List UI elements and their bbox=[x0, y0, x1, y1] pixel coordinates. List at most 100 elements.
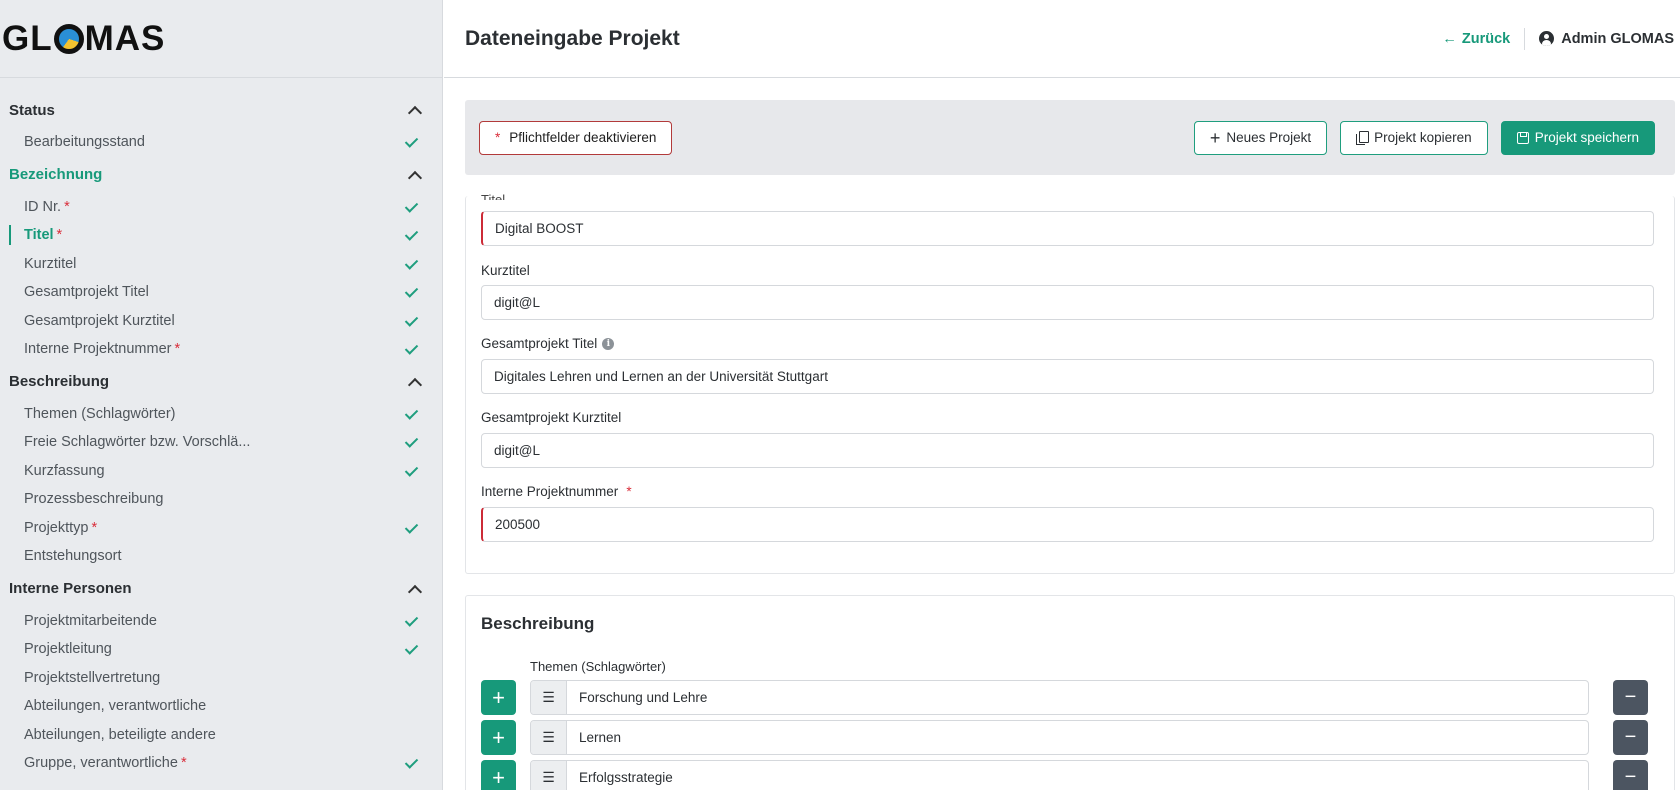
remove-item-button[interactable]: − bbox=[1613, 760, 1648, 790]
sidebar-item-label: Kurztitel bbox=[24, 256, 76, 272]
sidebar-group-header[interactable]: Interne Personen bbox=[0, 571, 442, 607]
minus-icon: − bbox=[1624, 766, 1637, 788]
sidebar-item[interactable]: Abteilungen, verantwortliche bbox=[0, 692, 442, 721]
glomas-logo[interactable]: GL MAS bbox=[0, 0, 442, 78]
add-item-button[interactable]: + bbox=[481, 720, 516, 755]
themen-value: Erfolgsstrategie bbox=[579, 770, 673, 785]
kurztitel-label: Kurztitel bbox=[481, 263, 530, 278]
sidebar-item-label: Gesamtprojekt Kurztitel bbox=[24, 313, 175, 329]
themen-input[interactable]: ☰ Forschung und Lehre bbox=[530, 680, 1589, 715]
gesamtprojekt-kurztitel-input[interactable]: digit@L bbox=[481, 433, 1654, 468]
chevron-up-icon[interactable] bbox=[408, 169, 420, 181]
check-icon bbox=[406, 437, 420, 447]
sidebar-item[interactable]: Bearbeitungsstand bbox=[0, 128, 442, 157]
sidebar-item[interactable]: Titel * bbox=[0, 221, 442, 250]
sidebar-item[interactable]: Gesamtprojekt Titel bbox=[0, 278, 442, 307]
remove-item-button[interactable]: − bbox=[1613, 720, 1648, 755]
sidebar-item-label: Kurzfassung bbox=[24, 463, 105, 479]
form-toolbar: * Pflichtfelder deaktivieren + Neues Pro… bbox=[465, 100, 1675, 175]
checklist-icon: ☰ bbox=[531, 681, 567, 714]
required-star: * bbox=[91, 519, 98, 536]
section-title: Beschreibung bbox=[481, 614, 595, 633]
minus-icon: − bbox=[1624, 686, 1637, 708]
gesamtprojekt-titel-label-text: Gesamtprojekt Titel bbox=[481, 336, 598, 351]
themen-input[interactable]: ☰ Erfolgsstrategie bbox=[530, 760, 1589, 790]
sidebar-item[interactable]: Kurzfassung bbox=[0, 457, 442, 486]
toolbar-actions: + Neues Projekt Projekt kopieren Projekt… bbox=[1193, 120, 1655, 155]
info-icon[interactable]: i bbox=[602, 337, 615, 350]
check-icon bbox=[406, 758, 420, 768]
beschreibung-card: Beschreibung Themen (Schlagwörter) + ☰ F… bbox=[465, 595, 1675, 790]
back-link[interactable]: ← Zurück bbox=[1442, 27, 1526, 50]
check-icon bbox=[406, 202, 420, 212]
add-item-button[interactable]: + bbox=[481, 680, 516, 715]
sidebar-item[interactable]: Prozessbeschreibung bbox=[0, 485, 442, 514]
sidebar-item-label: Abteilungen, verantwortliche bbox=[24, 698, 206, 714]
gesamtprojekt-titel-input[interactable]: Digitales Lehren und Lernen an der Unive… bbox=[481, 359, 1654, 394]
sidebar-item[interactable]: Projektstellvertretung bbox=[0, 664, 442, 693]
themen-label: Themen (Schlagwörter) bbox=[530, 659, 666, 674]
titel-input[interactable]: Digital BOOST bbox=[481, 211, 1654, 246]
required-star: * bbox=[56, 227, 63, 244]
minus-icon: − bbox=[1624, 726, 1637, 748]
add-item-button[interactable]: + bbox=[481, 760, 516, 790]
user-menu[interactable]: Admin GLOMAS bbox=[1525, 31, 1674, 47]
themen-input[interactable]: ☰ Lernen bbox=[530, 720, 1589, 755]
remove-item-button[interactable]: − bbox=[1613, 680, 1648, 715]
kurztitel-input[interactable]: digit@L bbox=[481, 285, 1654, 320]
chevron-up-icon[interactable] bbox=[408, 583, 420, 595]
sidebar-item[interactable]: ID Nr. * bbox=[0, 193, 442, 222]
sidebar-item-label: Projektmitarbeitende bbox=[24, 613, 157, 629]
new-project-label: Neues Projekt bbox=[1226, 130, 1312, 145]
gesamtprojekt-titel-label: Gesamtprojekt Titel i bbox=[481, 336, 615, 351]
save-project-button[interactable]: Projekt speichern bbox=[1500, 120, 1655, 155]
themen-value: Forschung und Lehre bbox=[579, 690, 708, 705]
sidebar-item[interactable]: Interne Projektnummer * bbox=[0, 335, 442, 364]
sidebar-group-header[interactable]: Status bbox=[0, 92, 442, 128]
themen-value: Lernen bbox=[579, 730, 622, 745]
logo-post: MAS bbox=[84, 18, 166, 58]
sidebar-item-label: ID Nr. * bbox=[24, 199, 70, 215]
interne-projektnummer-input[interactable]: 200500 bbox=[481, 507, 1654, 542]
sidebar-item[interactable]: Projektleitung bbox=[0, 635, 442, 664]
sidebar-item-text: Projektmitarbeitende bbox=[24, 612, 157, 629]
chevron-up-icon[interactable] bbox=[408, 104, 420, 116]
sidebar-item[interactable]: Kurztitel bbox=[0, 250, 442, 279]
required-star: * bbox=[64, 198, 70, 215]
sidebar-item-text: Abteilungen, verantwortliche bbox=[24, 698, 207, 715]
sidebar-item[interactable]: Entstehungsort bbox=[0, 542, 442, 571]
check-icon bbox=[406, 316, 420, 326]
check-icon bbox=[406, 644, 420, 654]
required-star: * bbox=[174, 341, 181, 358]
sidebar-item-label: Projektleitung bbox=[24, 641, 112, 657]
sidebar-group-title: Status bbox=[9, 101, 55, 119]
sidebar-item-text: Gesamtprojekt Titel bbox=[24, 284, 149, 301]
sidebar-item-text: Gruppe, verantwortliche bbox=[24, 755, 178, 772]
copy-project-button[interactable]: Projekt kopieren bbox=[1340, 120, 1488, 155]
sidebar-item-label: Gruppe, verantwortliche * bbox=[24, 755, 187, 771]
interne-projektnummer-label: Interne Projektnummer * bbox=[481, 484, 632, 499]
disable-required-fields-button[interactable]: * Pflichtfelder deaktivieren bbox=[479, 120, 673, 155]
sidebar-item[interactable]: Gesamtprojekt Kurztitel bbox=[0, 307, 442, 336]
bezeichnung-card: Titel Digital BOOST Kurztitel digit@L Ge… bbox=[465, 192, 1675, 574]
check-icon bbox=[406, 466, 420, 476]
sidebar-item-text: Projekttyp bbox=[24, 519, 89, 536]
new-project-button[interactable]: + Neues Projekt bbox=[1193, 120, 1328, 155]
sidebar-group-title: Bezeichnung bbox=[9, 166, 103, 183]
check-icon bbox=[406, 259, 420, 269]
themen-row: + ☰ Lernen − bbox=[481, 720, 1661, 755]
sidebar-group-header[interactable]: Bezeichnung bbox=[0, 157, 442, 193]
sidebar-item[interactable]: Abteilungen, beteiligte andere bbox=[0, 721, 442, 750]
required-star: * bbox=[180, 755, 187, 772]
sidebar-item[interactable]: Freie Schlagwörter bzw. Vorschlä... bbox=[0, 428, 442, 457]
user-name: Admin GLOMAS bbox=[1561, 30, 1674, 47]
chevron-up-icon[interactable] bbox=[408, 376, 420, 388]
sidebar-item[interactable]: Projekttyp * bbox=[0, 514, 442, 543]
sidebar-item[interactable]: Projektmitarbeitende bbox=[0, 607, 442, 636]
sidebar-item-text: Bearbeitungsstand bbox=[24, 134, 145, 151]
sidebar-item[interactable]: Themen (Schlagwörter) bbox=[0, 400, 442, 429]
back-label: Zurück bbox=[1461, 30, 1511, 47]
sidebar-item[interactable]: Gruppe, verantwortliche * bbox=[0, 749, 442, 778]
sidebar-group-header[interactable]: Beschreibung bbox=[0, 364, 442, 400]
sidebar-item-text: Titel bbox=[24, 227, 54, 244]
